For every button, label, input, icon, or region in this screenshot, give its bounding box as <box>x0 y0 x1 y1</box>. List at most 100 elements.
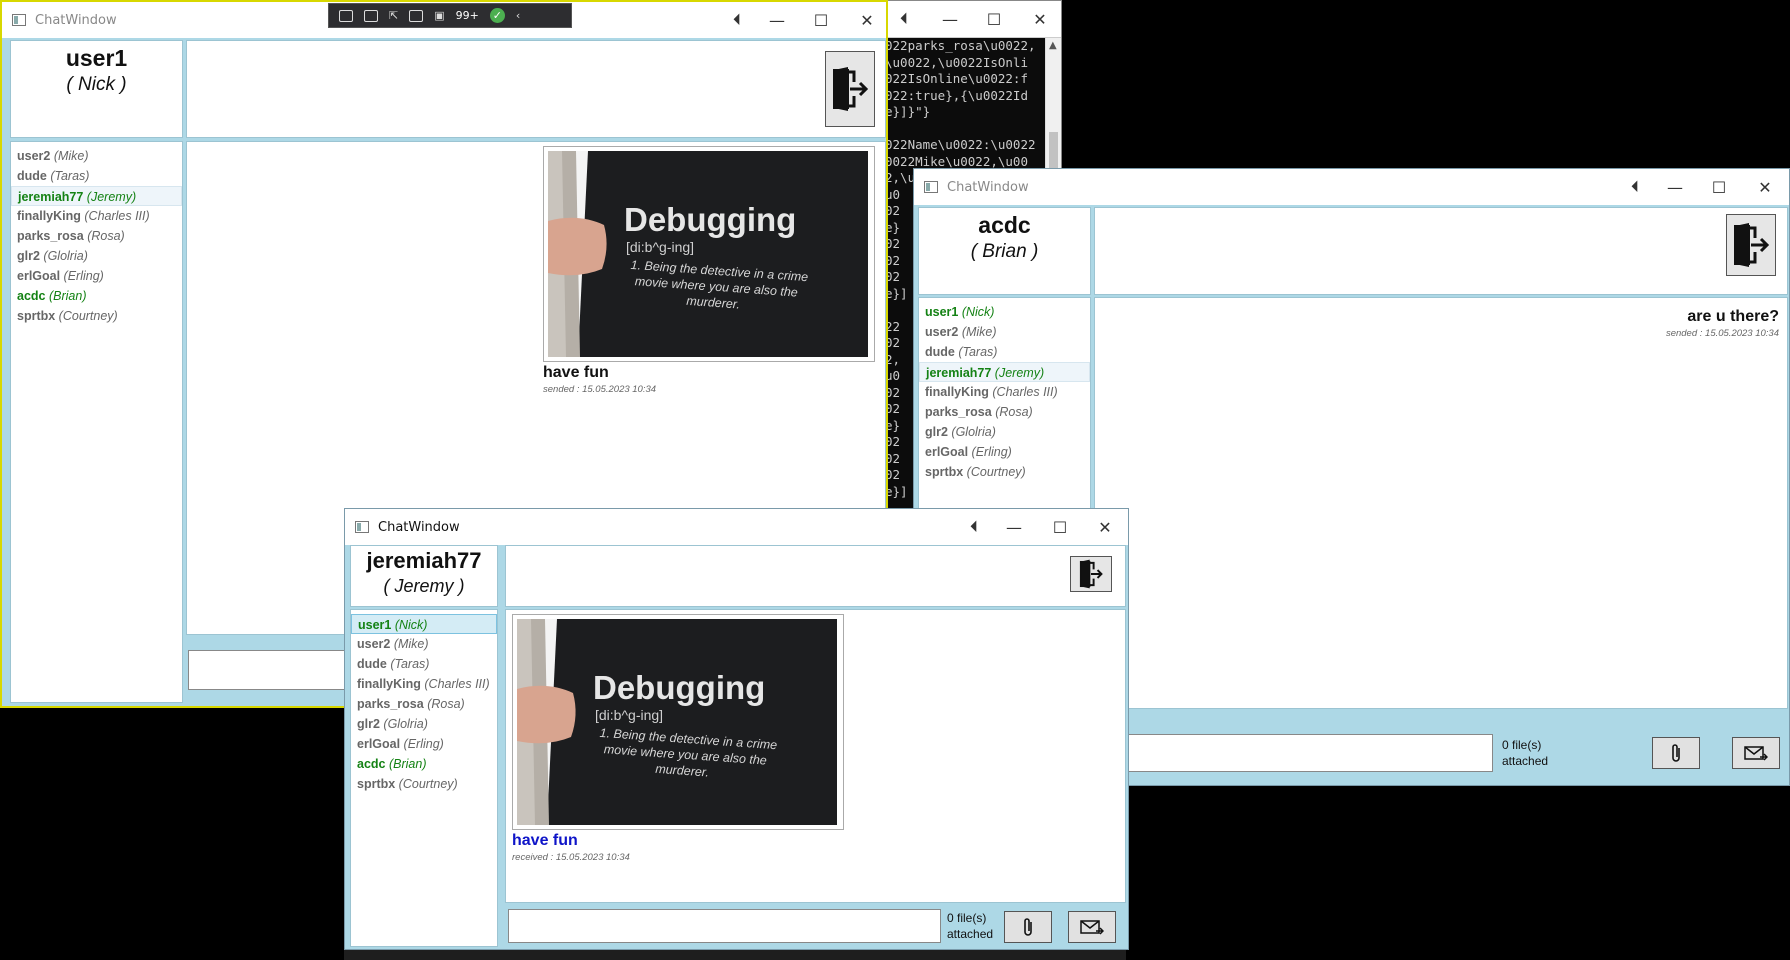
logout-button[interactable] <box>1070 556 1112 592</box>
attached-image[interactable]: Debugging [di:b^g-ing] 1. Being the detect… <box>543 146 875 362</box>
hot-reload-icon[interactable]: ▣ <box>434 9 444 22</box>
scroll-up-icon[interactable]: ▲ <box>1049 40 1057 51</box>
message-item: are u there? sended : 15.05.2023 10:34 <box>1666 306 1779 339</box>
user-list-item[interactable]: glr2 (Glolria) <box>919 422 1090 442</box>
attached-image[interactable]: Debugging [di:b^g-ing] 1. Being the detect… <box>512 614 844 830</box>
send-button[interactable] <box>1068 911 1116 943</box>
minimize-button[interactable]: — <box>754 2 800 38</box>
user-list-item[interactable]: glr2 (Glolria) <box>11 246 182 266</box>
collapse-icon[interactable]: ‹ <box>516 9 520 22</box>
profile-panel: jeremiah77 ( Jeremy ) <box>350 545 498 607</box>
binding-icon[interactable] <box>409 9 424 22</box>
message-text: are u there? <box>1687 308 1779 325</box>
maximize-button[interactable]: ☐ <box>971 1 1017 37</box>
user-login: erlGoal <box>357 737 401 751</box>
current-user-login: acdc <box>978 212 1031 238</box>
user-login: erlGoal <box>925 445 969 459</box>
message-input[interactable] <box>508 909 941 943</box>
user-real-name: (Taras) <box>954 345 998 359</box>
paperclip-icon <box>1024 918 1032 936</box>
user-list: user2 (Mike) dude (Taras) jeremiah77 (Jere… <box>11 142 182 326</box>
display-layout-icon[interactable] <box>364 9 378 22</box>
window-titlebar[interactable]: ChatWindow ⏴ — ☐ ✕ <box>914 169 1789 205</box>
binding-error-count[interactable]: 99+ <box>456 9 479 22</box>
user-real-name: (Taras) <box>46 169 90 183</box>
user-list-item[interactable]: user2 (Mike) <box>11 146 182 166</box>
user-login: glr2 <box>357 717 380 731</box>
user-list-item[interactable]: dude (Taras) <box>11 166 182 186</box>
minimize-button[interactable]: — <box>927 1 973 37</box>
user-list-item[interactable]: user2 (Mike) <box>919 322 1090 342</box>
message-input[interactable] <box>1094 734 1493 772</box>
attach-file-button[interactable] <box>1652 737 1700 769</box>
taskbar-strip <box>344 950 1126 960</box>
maximize-button[interactable]: ☐ <box>1696 169 1742 205</box>
user-list-item[interactable]: parks_rosa (Rosa) <box>11 226 182 246</box>
message-meta: received : 15.05.2023 10:34 <box>512 852 630 863</box>
select-element-icon[interactable] <box>339 9 353 22</box>
send-button[interactable] <box>1732 737 1780 769</box>
user-list-item[interactable]: acdc (Brian) <box>351 754 497 774</box>
user-login: jeremiah77 <box>18 190 84 204</box>
app-icon <box>12 14 26 26</box>
user-list-item[interactable]: sprtbx (Courtney) <box>11 306 182 326</box>
message-input[interactable] <box>188 650 348 690</box>
user-real-name: (Glolria) <box>947 425 996 439</box>
user-real-name: (Rosa) <box>991 405 1033 419</box>
profile-panel: acdc ( Brian ) <box>918 207 1091 295</box>
profile-panel: user1 ( Nick ) <box>10 40 183 138</box>
user-list-item[interactable]: dude (Taras) <box>351 654 497 674</box>
user-list-item[interactable]: parks_rosa (Rosa) <box>351 694 497 714</box>
console-titlebar[interactable]: ⏴ — ☐ ✕ <box>881 1 1061 38</box>
user-list-item[interactable]: user1 (Nick) <box>919 302 1090 322</box>
window-titlebar[interactable]: ChatWindow ⏴ — ☐ ✕ <box>345 509 1128 545</box>
message-text: have fun <box>512 832 578 849</box>
user-list-item[interactable]: finallyKing (Charles III) <box>351 674 497 694</box>
header-panel <box>186 40 886 138</box>
user-login: erlGoal <box>17 269 61 283</box>
track-focus-icon[interactable]: ⇱ <box>389 9 398 22</box>
user-real-name: (Erling) <box>400 737 444 751</box>
user-list-item[interactable]: parks_rosa (Rosa) <box>919 402 1090 422</box>
user-real-name: (Mike) <box>958 325 997 339</box>
close-button[interactable]: ✕ <box>1017 1 1063 37</box>
close-button[interactable]: ✕ <box>1742 169 1788 205</box>
logout-button[interactable] <box>825 51 875 127</box>
user-list-item[interactable]: dude (Taras) <box>919 342 1090 362</box>
chat-window-jeremy[interactable]: ChatWindow ⏴ — ☐ ✕ jeremiah77 ( Jeremy )… <box>344 508 1129 950</box>
attach-file-button[interactable] <box>1004 911 1052 943</box>
minimize-button[interactable]: — <box>1652 169 1698 205</box>
user-list-item[interactable]: finallyKing (Charles III) <box>919 382 1090 402</box>
close-button[interactable]: ✕ <box>1082 509 1128 545</box>
user-list-item[interactable]: erlGoal (Erling) <box>11 266 182 286</box>
user-login: sprtbx <box>17 309 56 323</box>
logout-button[interactable] <box>1726 214 1776 276</box>
user-list-item[interactable]: jeremiah77 (Jeremy) <box>11 186 182 206</box>
current-user-login: jeremiah77 <box>366 548 482 573</box>
user-login: finallyKing <box>17 209 81 223</box>
window-title: ChatWindow <box>947 179 1029 195</box>
user-list-item[interactable]: erlGoal (Erling) <box>351 734 497 754</box>
user-real-name: (Glolria) <box>379 717 428 731</box>
user-list-item[interactable]: finallyKing (Charles III) <box>11 206 182 226</box>
files-attached-text: 0 file(s) attached <box>947 911 994 941</box>
message-item: Debugging [di:b^g-ing] 1. Being the detect… <box>512 614 844 863</box>
meme-image: Debugging[di:b^g-ing]1. Being the detect… <box>548 151 868 357</box>
meme-headline: Debugging <box>593 669 765 706</box>
user-real-name: (Jeremy) <box>83 190 137 204</box>
user-list-item[interactable]: sprtbx (Courtney) <box>919 462 1090 482</box>
status-ok-icon[interactable]: ✓ <box>489 8 505 23</box>
user-list-item[interactable]: acdc (Brian) <box>11 286 182 306</box>
close-button[interactable]: ✕ <box>844 2 890 38</box>
minimize-button[interactable]: — <box>991 509 1037 545</box>
user-list-item[interactable]: jeremiah77 (Jeremy) <box>919 362 1090 382</box>
user-login: acdc <box>357 757 386 771</box>
user-list-item[interactable]: erlGoal (Erling) <box>919 442 1090 462</box>
user-list-item[interactable]: user2 (Mike) <box>351 634 497 654</box>
user-list-item[interactable]: sprtbx (Courtney) <box>351 774 497 794</box>
maximize-button[interactable]: ☐ <box>798 2 844 38</box>
user-login: user2 <box>925 325 959 339</box>
maximize-button[interactable]: ☐ <box>1037 509 1083 545</box>
user-list-item[interactable]: glr2 (Glolria) <box>351 714 497 734</box>
user-list-item[interactable]: user1 (Nick) <box>351 614 497 634</box>
